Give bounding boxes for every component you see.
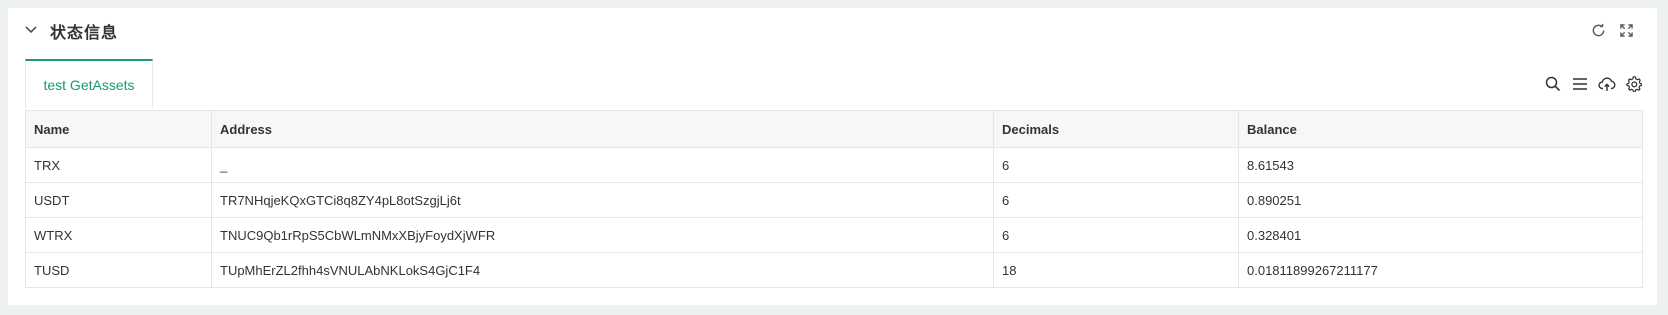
table-header-row: Name Address Decimals Balance xyxy=(25,110,1643,148)
cell-decimals: 6 xyxy=(993,147,1239,183)
table-row: WTRX TNUC9Qb1rRpS5CbWLmNMxXBjyFoydXjWFR … xyxy=(25,217,1643,253)
tab-test-getassets[interactable]: test GetAssets xyxy=(25,59,153,108)
fullscreen-icon[interactable] xyxy=(1617,21,1635,39)
list-icon[interactable] xyxy=(1571,75,1589,93)
table-row: USDT TR7NHqjeKQxGTCi8q8ZY4pL8otSzgjLj6t … xyxy=(25,182,1643,218)
column-header-decimals[interactable]: Decimals xyxy=(993,110,1239,148)
cell-address: _ xyxy=(211,147,994,183)
cell-name: TRX xyxy=(25,147,212,183)
status-panel: 状态信息 test GetAssets Name Address Decimal… xyxy=(8,8,1657,305)
cell-balance: 0.01811899267211177 xyxy=(1238,252,1643,288)
collapse-toggle[interactable] xyxy=(22,21,40,39)
column-header-name[interactable]: Name xyxy=(25,110,212,148)
chevron-down-icon xyxy=(25,21,37,39)
table-row: TRX _ 6 8.61543 xyxy=(25,147,1643,183)
cell-name: USDT xyxy=(25,182,212,218)
cell-address: TR7NHqjeKQxGTCi8q8ZY4pL8otSzgjLj6t xyxy=(211,182,994,218)
tab-bar: test GetAssets xyxy=(25,59,153,110)
cell-balance: 8.61543 xyxy=(1238,147,1643,183)
cell-address: TNUC9Qb1rRpS5CbWLmNMxXBjyFoydXjWFR xyxy=(211,217,994,253)
assets-table-container: Name Address Decimals Balance TRX _ 6 8.… xyxy=(25,110,1643,288)
refresh-icon[interactable] xyxy=(1589,21,1607,39)
table-row: TUSD TUpMhErZL2fhh4sVNULAbNKLokS4GjC1F4 … xyxy=(25,252,1643,288)
cell-decimals: 6 xyxy=(993,217,1239,253)
column-header-address[interactable]: Address xyxy=(211,110,994,148)
table-toolbar xyxy=(1544,75,1643,93)
cell-address: TUpMhErZL2fhh4sVNULAbNKLokS4GjC1F4 xyxy=(211,252,994,288)
cell-decimals: 6 xyxy=(993,182,1239,218)
panel-title: 状态信息 xyxy=(50,23,119,42)
cell-decimals: 18 xyxy=(993,252,1239,288)
search-icon[interactable] xyxy=(1544,75,1562,93)
cell-balance: 0.328401 xyxy=(1238,217,1643,253)
header-actions xyxy=(1589,21,1635,39)
cell-name: TUSD xyxy=(25,252,212,288)
assets-table: Name Address Decimals Balance TRX _ 6 8.… xyxy=(25,110,1643,288)
column-header-balance[interactable]: Balance xyxy=(1238,110,1643,148)
panel-header: 状态信息 xyxy=(8,8,1657,54)
cell-balance: 0.890251 xyxy=(1238,182,1643,218)
gear-icon[interactable] xyxy=(1625,75,1643,93)
cell-name: WTRX xyxy=(25,217,212,253)
cloud-upload-icon[interactable] xyxy=(1598,75,1616,93)
